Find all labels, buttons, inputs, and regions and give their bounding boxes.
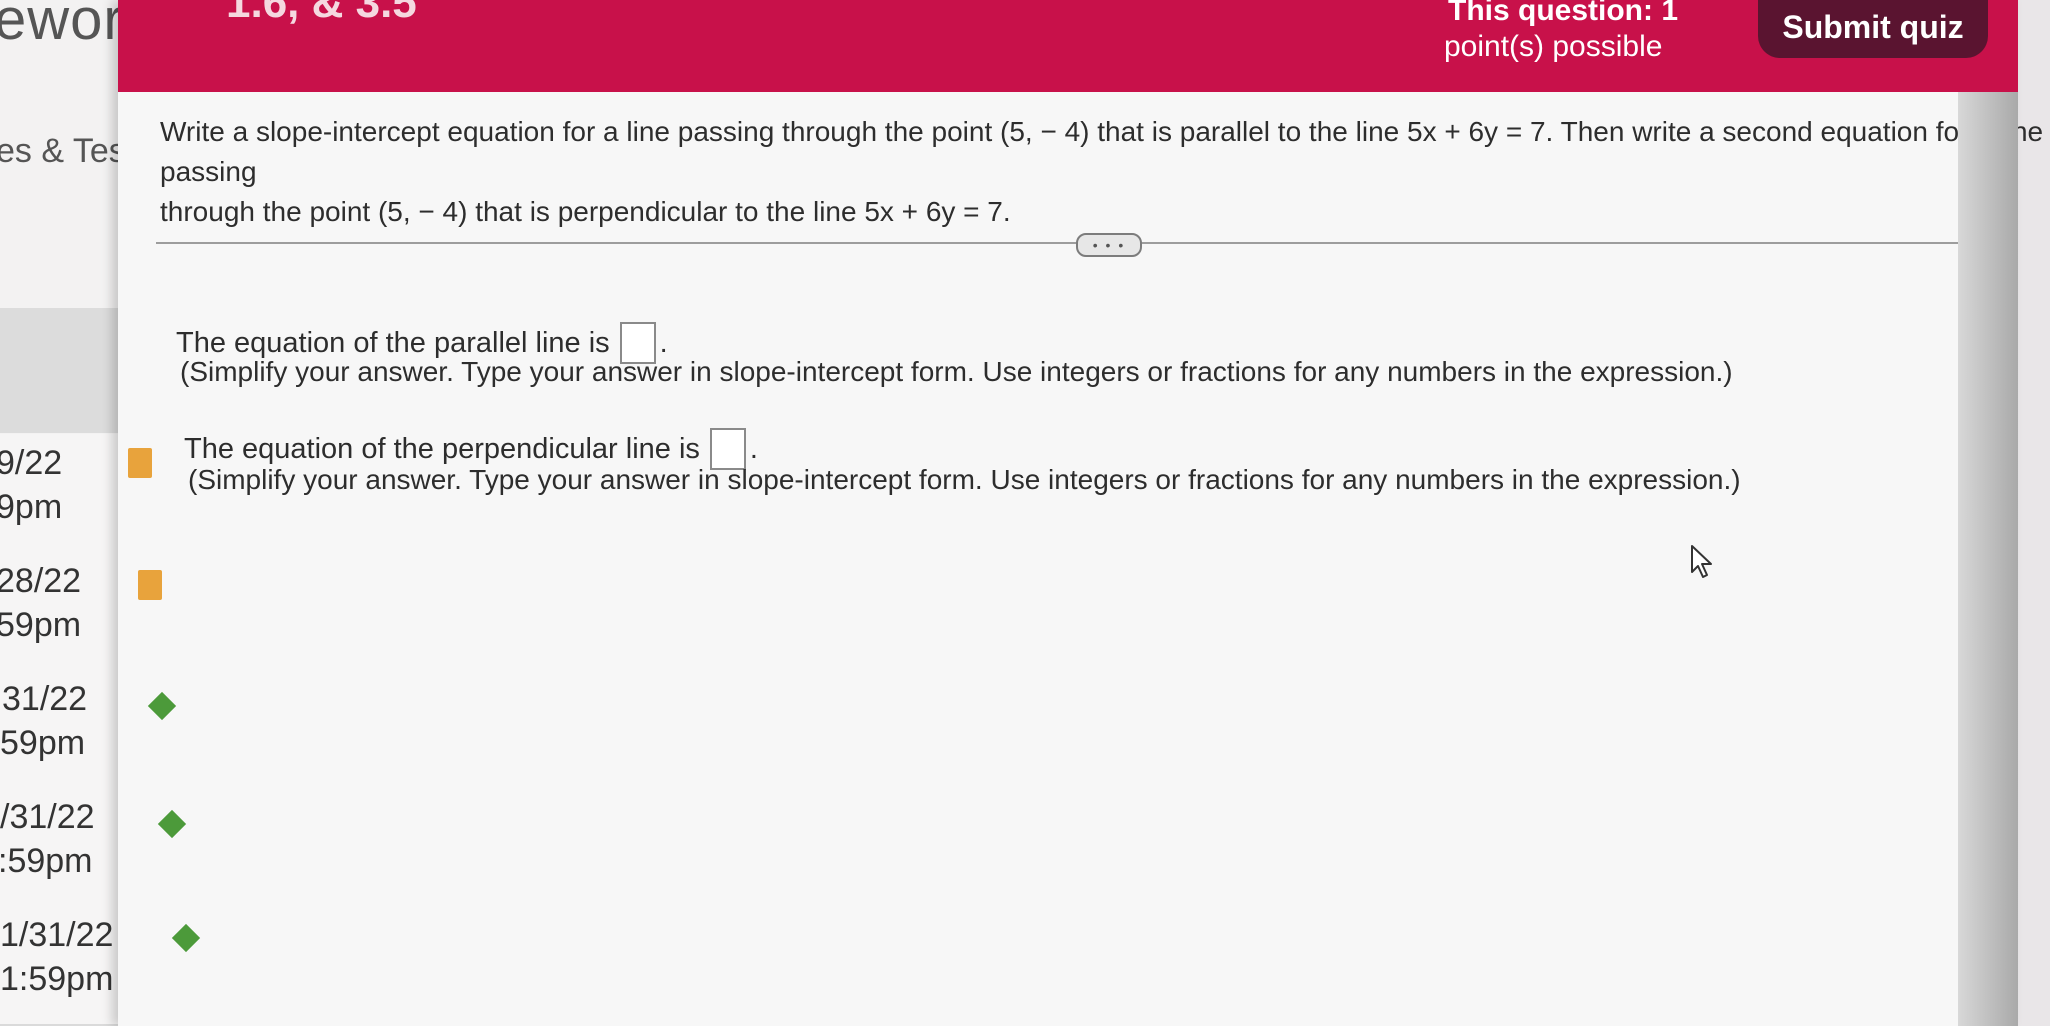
parallel-hint: (Simplify your answer. Type your answer …	[180, 356, 1733, 387]
assignment-due-time: :59pm	[0, 842, 93, 880]
assignment-due-time: 59pm	[0, 606, 82, 644]
status-in-progress-icon	[128, 448, 152, 478]
assignment-due-date: /31/22	[0, 798, 95, 836]
assignment-due-date: 1/31/22	[0, 916, 114, 954]
quiz-header: 1.6, & 3.5 This question: 1 point(s) pos…	[118, 0, 2018, 92]
period: .	[659, 326, 668, 359]
quiz-window: 1.6, & 3.5 This question: 1 point(s) pos…	[118, 0, 2043, 1026]
quiz-section-title: 1.6, & 3.5	[226, 0, 417, 27]
assignment-due-time: 9pm	[0, 488, 63, 526]
assignment-due-time: 1:59pm	[0, 960, 114, 998]
assignment-due-date: 31/22	[2, 680, 88, 718]
perpendicular-line-label: The equation of the perpendicular line i…	[184, 432, 700, 465]
background-nav-item[interactable]: es & Test	[0, 132, 135, 171]
assignment-due-date: 9/22	[0, 444, 63, 482]
mouse-pointer-icon	[1691, 545, 1712, 578]
expand-button[interactable]: • • •	[1076, 233, 1142, 257]
assignment-due-date: 28/22	[0, 562, 82, 600]
question-points-possible: point(s) possible	[1444, 30, 1663, 63]
window-edge	[1958, 92, 2018, 1026]
question-line-1: Write a slope-intercept equation for a l…	[160, 116, 2044, 187]
parallel-line-label: The equation of the parallel line is	[176, 326, 610, 359]
period: .	[749, 432, 758, 465]
background-app-title: ewor	[0, 0, 124, 52]
status-in-progress-icon	[138, 570, 162, 600]
question-line-2: through the point (5, − 4) that is perpe…	[160, 196, 1011, 227]
question-text: Write a slope-intercept equation for a l…	[160, 112, 2050, 232]
question-points-label: This question: 1	[1448, 0, 1679, 27]
perpendicular-hint: (Simplify your answer. Type your answer …	[188, 464, 1741, 495]
assignment-due-time: 59pm	[0, 724, 86, 762]
submit-quiz-button[interactable]: Submit quiz	[1758, 0, 1988, 58]
